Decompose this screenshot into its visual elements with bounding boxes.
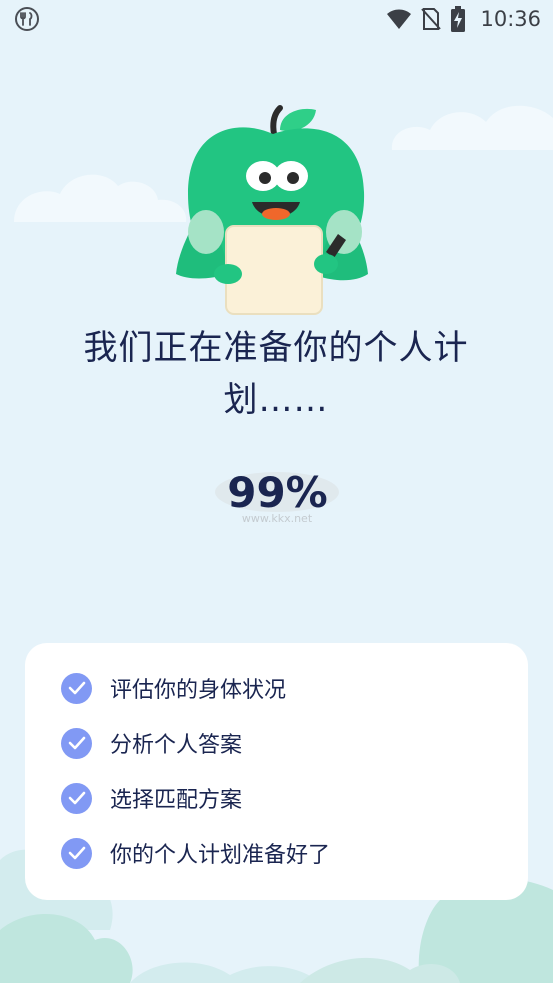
check-circle-icon (61, 782, 92, 814)
step-label: 选择匹配方案 (110, 788, 243, 813)
loading-title: 我们正在准备你的个人计划…… (83, 328, 469, 420)
progress-percent: 99% (227, 468, 328, 517)
step-label: 分析个人答案 (110, 733, 243, 758)
check-circle-icon (61, 837, 92, 869)
apple-mascot-icon (176, 105, 368, 315)
progress-indicator: www.kkx.net 99% (205, 462, 350, 528)
step-item: 评估你的身体状况 (61, 671, 286, 705)
wifi-icon (387, 9, 412, 29)
step-item: 你的个人计划准备好了 (61, 836, 330, 870)
step-label: 评估你的身体状况 (110, 678, 287, 703)
check-circle-icon (61, 672, 92, 704)
no-sim-icon (421, 8, 442, 30)
step-label: 你的个人计划准备好了 (110, 843, 331, 868)
restaurant-icon (15, 7, 39, 31)
step-item: 选择匹配方案 (61, 781, 242, 815)
steps-card: 评估你的身体状况 分析个人答案 选择匹配方案 你的个人计划准备好了 (25, 643, 528, 900)
battery-charging-icon (451, 6, 466, 32)
status-time: 10:36 (480, 7, 541, 31)
step-item: 分析个人答案 (61, 726, 242, 760)
check-circle-icon (61, 727, 92, 759)
status-bar: 10:36 (0, 0, 553, 38)
